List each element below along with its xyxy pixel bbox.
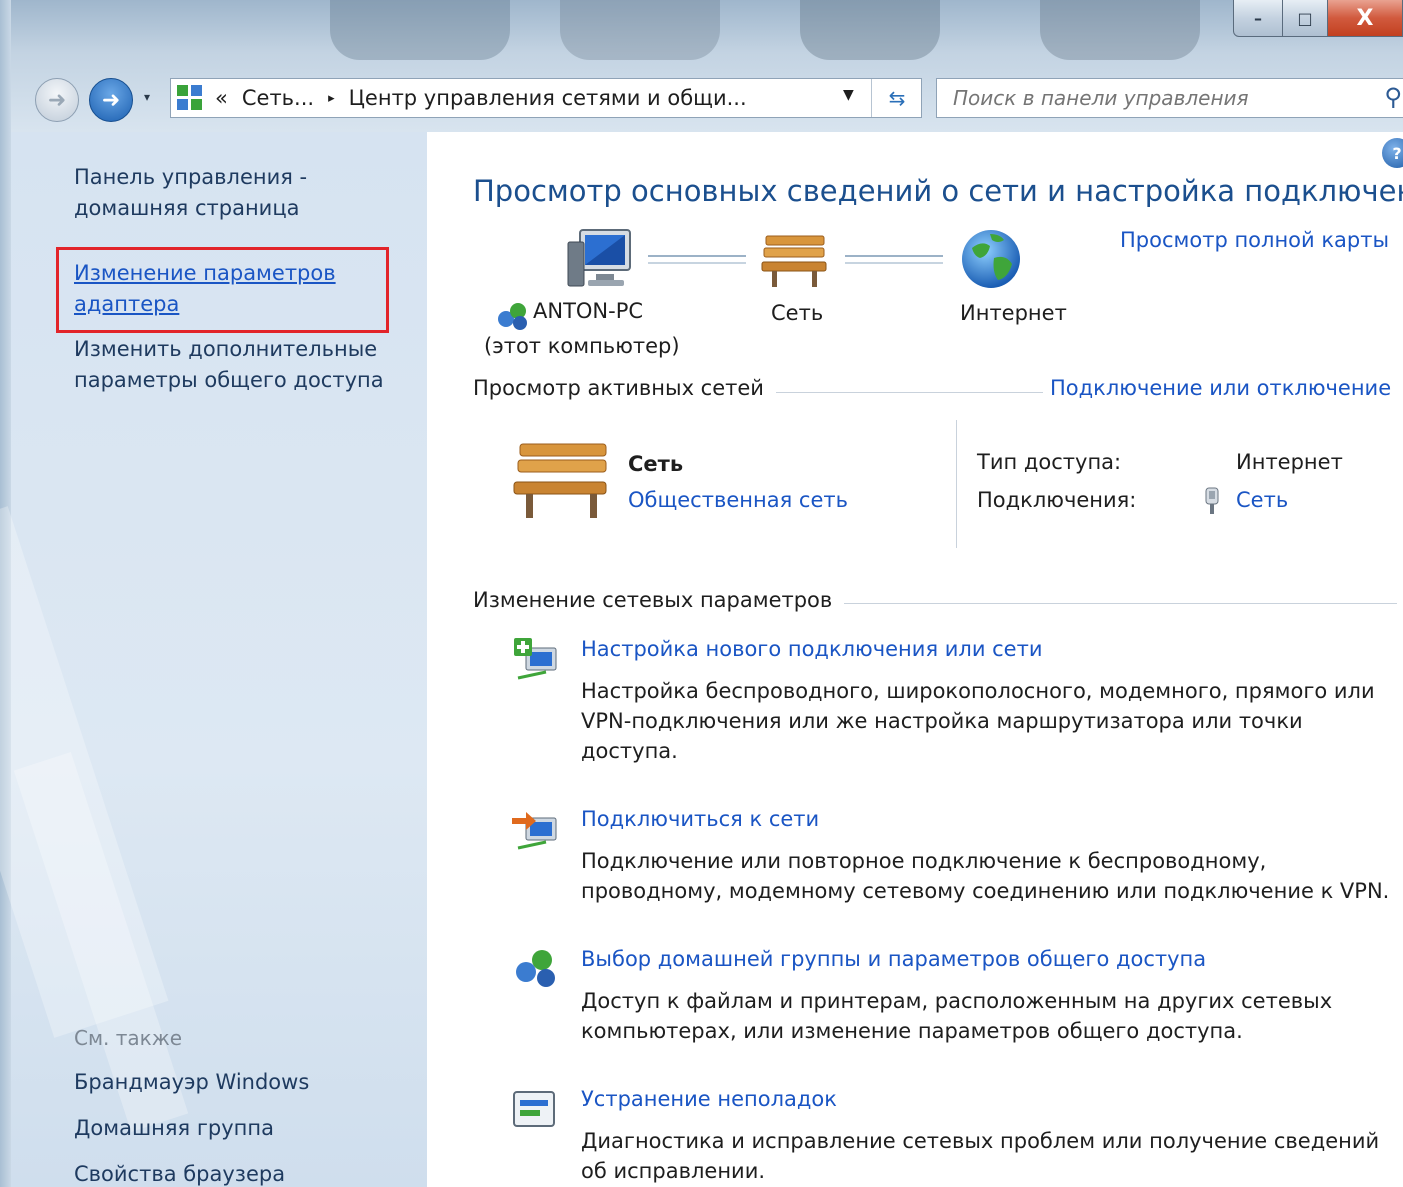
internet-globe-icon[interactable] [960, 228, 1022, 290]
see-also-browser-properties[interactable]: Свойства браузера [74, 1162, 285, 1186]
back-button[interactable]: ➜ [35, 78, 79, 122]
sidebar-link-sharing-line: параметры общего доступа [74, 368, 384, 392]
search-box[interactable]: ⚲ [936, 78, 1403, 118]
highlight-box [56, 247, 389, 333]
refresh-button[interactable]: ⇆ [871, 79, 922, 117]
network-type-link[interactable]: Общественная сеть [628, 488, 848, 512]
breadcrumb-item-network-center[interactable]: Центр управления сетями и общи... [349, 86, 747, 110]
new-connection-icon [514, 638, 557, 680]
task-desc-connect-network: Подключение или повторное подключение к … [581, 846, 1401, 906]
bench-network-icon[interactable] [760, 232, 830, 288]
task-desc-troubleshoot: Диагностика и исправление сетевых пробле… [581, 1126, 1401, 1186]
computer-sub-label: (этот компьютер) [484, 334, 680, 358]
address-bar[interactable]: « Сеть... ▸ Центр управления сетями и об… [170, 78, 922, 118]
computer-icon[interactable] [566, 226, 636, 290]
help-icon[interactable]: ? [1382, 138, 1403, 168]
active-networks-heading: Просмотр активных сетей [473, 376, 776, 400]
task-title-homegroup[interactable]: Выбор домашней группы и параметров общег… [581, 947, 1206, 971]
connect-disconnect-link[interactable]: Подключение или отключение [1050, 376, 1391, 400]
recent-pages-dropdown[interactable]: ▾ [144, 90, 150, 104]
connect-to-network-icon [512, 812, 557, 850]
task-desc-line: Подключение или повторное подключение к … [581, 849, 1267, 873]
page-title: Просмотр основных сведений о сети и наст… [473, 174, 1403, 208]
network-map-label: Сеть [771, 301, 824, 325]
troubleshoot-icon [513, 1091, 555, 1127]
sidebar-link-sharing-line: Изменить дополнительные [74, 337, 378, 361]
task-title-new-connection[interactable]: Настройка нового подключения или сети [581, 637, 1043, 661]
task-desc-line: проводному, модемному сетевому соединени… [581, 879, 1390, 903]
view-full-map-link[interactable]: Просмотр полной карты [1120, 228, 1389, 252]
sidebar-link-sharing-settings[interactable]: Изменить дополнительные параметры общего… [74, 334, 384, 396]
see-also-homegroup[interactable]: Домашняя группа [74, 1116, 274, 1140]
computer-name-label[interactable]: ANTON-PC [533, 299, 643, 323]
see-also-firewall[interactable]: Брандмауэр Windows [74, 1070, 309, 1094]
access-type-label: Тип доступа: [977, 450, 1122, 474]
sidebar-link-home-line: Панель управления - [74, 165, 308, 189]
titlebar-decoration [330, 0, 510, 60]
connections-label: Подключения: [977, 488, 1137, 512]
see-also-heading: См. также [74, 1026, 183, 1050]
breadcrumb-item-network[interactable]: Сеть... [242, 86, 314, 110]
titlebar-decoration [1040, 0, 1200, 60]
change-settings-heading: Изменение сетевых параметров [473, 588, 845, 612]
bench-network-icon [513, 443, 607, 518]
task-desc-new-connection: Настройка беспроводного, широкополосного… [581, 676, 1401, 766]
map-connector-line [845, 255, 943, 264]
connection-link[interactable]: Сеть [1236, 488, 1288, 512]
vertical-divider [956, 420, 957, 548]
access-type-value: Интернет [1236, 450, 1343, 474]
address-dropdown-icon[interactable]: ▼ [843, 87, 854, 103]
titlebar-decoration [560, 0, 720, 60]
back-arrow-icon: ➜ [47, 87, 67, 113]
network-center-icon [177, 85, 203, 111]
ethernet-icon [1205, 487, 1219, 514]
internet-map-label: Интернет [960, 301, 1067, 325]
map-connector-line [648, 255, 746, 264]
forward-arrow-icon: ➜ [101, 87, 121, 113]
task-desc-line: Настройка беспроводного, широкополосного… [581, 679, 1375, 703]
minimize-button[interactable]: – [1233, 0, 1283, 37]
window-controls: – □ X [1233, 0, 1403, 44]
sidebar-link-home-line: домашняя страница [74, 196, 300, 220]
breadcrumb: « Сеть... ▸ Центр управления сетями и об… [215, 86, 747, 110]
task-desc-homegroup: Доступ к файлам и принтерам, расположенн… [581, 986, 1401, 1046]
task-desc-line: об исправлении. [581, 1159, 766, 1183]
homegroup-icon [516, 950, 555, 987]
task-title-troubleshoot[interactable]: Устранение неполадок [581, 1087, 837, 1111]
task-desc-line: VPN-подключения или же настройка маршрут… [581, 709, 1303, 733]
refresh-icon: ⇆ [888, 86, 906, 110]
breadcrumb-overflow[interactable]: « [215, 86, 228, 110]
maximize-button[interactable]: □ [1283, 0, 1328, 37]
task-desc-line: доступа. [581, 739, 678, 763]
forward-button[interactable]: ➜ [89, 78, 133, 122]
search-icon[interactable]: ⚲ [1384, 83, 1402, 111]
task-desc-line: Диагностика и исправление сетевых пробле… [581, 1129, 1380, 1153]
active-network-name: Сеть [628, 452, 684, 476]
task-desc-line: Доступ к файлам и принтерам, расположенн… [581, 989, 1333, 1013]
titlebar-decoration [800, 0, 940, 60]
homegroup-icon [498, 303, 527, 330]
task-title-connect-network[interactable]: Подключиться к сети [581, 807, 819, 831]
breadcrumb-separator[interactable]: ▸ [328, 91, 335, 106]
close-button[interactable]: X [1328, 0, 1403, 37]
task-desc-line: компьютерах, или изменение параметров об… [581, 1019, 1243, 1043]
sidebar-link-home[interactable]: Панель управления - домашняя страница [74, 162, 307, 224]
search-input[interactable] [951, 85, 1355, 111]
